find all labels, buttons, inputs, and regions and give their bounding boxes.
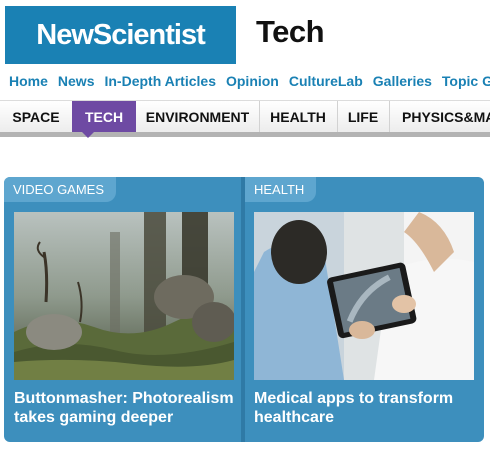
active-tab-pointer (82, 132, 94, 138)
nav-link-galleries[interactable]: Galleries (373, 73, 432, 89)
featured-stories-panel: VIDEO GAMES Buttonmasher: Photorealism t… (4, 177, 484, 442)
nav-link-news[interactable]: News (58, 73, 95, 89)
doctor-with-tablet-image[interactable] (254, 212, 474, 380)
story-headline[interactable]: Buttonmasher: Photorealism takes gaming … (14, 389, 236, 427)
story-tag[interactable]: VIDEO GAMES (4, 177, 117, 202)
nav-link-opinion[interactable]: Opinion (226, 73, 279, 89)
category-tab-environment[interactable]: ENVIRONMENT (136, 101, 260, 133)
nav-link-topic-guides[interactable]: Topic Gui (442, 73, 490, 89)
category-bar: SPACE TECH ENVIRONMENT HEALTH LIFE PHYSI… (0, 100, 490, 133)
story-headline[interactable]: Medical apps to transform healthcare (254, 389, 478, 427)
category-tab-life[interactable]: LIFE (337, 101, 390, 133)
nav-link-in-depth-articles[interactable]: In-Depth Articles (104, 73, 216, 89)
forest-game-scene-image[interactable] (14, 212, 234, 380)
logo-text: NewScientist (36, 18, 205, 51)
story-card-health[interactable]: HEALTH Medical apps to transform healthc (245, 177, 484, 442)
newscientist-logo[interactable]: NewScientist (5, 6, 236, 64)
category-tab-health[interactable]: HEALTH (259, 101, 338, 133)
story-tag[interactable]: HEALTH (245, 177, 317, 202)
nav-link-culturelab[interactable]: CultureLab (289, 73, 363, 89)
page-title: Tech (256, 14, 325, 49)
category-bar-rule (0, 132, 490, 137)
doctor-with-tablet-graphic (254, 212, 474, 380)
category-tab-space[interactable]: SPACE (0, 101, 73, 133)
story-card-video-games[interactable]: VIDEO GAMES Buttonmasher: Photorealism t… (4, 177, 241, 442)
forest-game-scene-graphic (14, 212, 234, 380)
category-tab-physics-math[interactable]: PHYSICS&MAT (389, 101, 490, 133)
nav-link-home[interactable]: Home (9, 73, 48, 89)
category-tab-tech[interactable]: TECH (72, 101, 136, 133)
top-navigation: Home News In-Depth Articles Opinion CultureL… (9, 73, 490, 91)
